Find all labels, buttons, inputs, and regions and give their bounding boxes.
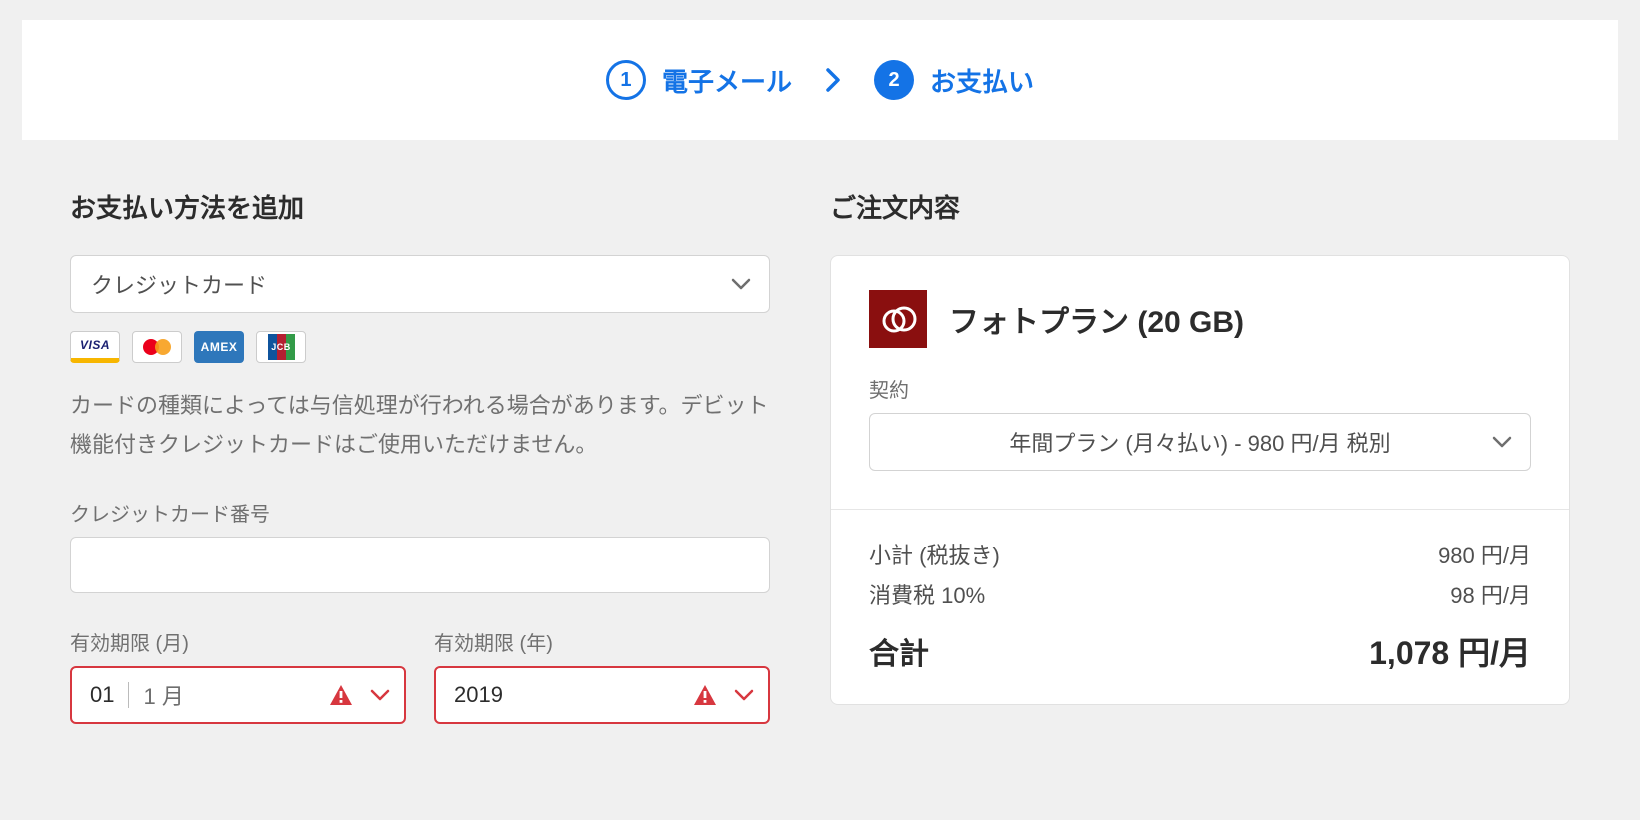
subtotal-label: 小計 (税抜き) bbox=[869, 538, 1000, 570]
subtotal-value: 980 円/月 bbox=[1438, 538, 1531, 570]
payment-form: お支払い方法を追加 クレジットカード VISA AMEX JCB カードの種類に… bbox=[70, 188, 770, 724]
warning-icon bbox=[692, 683, 718, 707]
card-brand-row: VISA AMEX JCB bbox=[70, 331, 770, 363]
subtotal-line: 小計 (税抜き) 980 円/月 bbox=[869, 538, 1531, 570]
visa-icon: VISA bbox=[70, 331, 120, 363]
exp-month-text: 1 月 bbox=[143, 679, 183, 711]
step-email-label: 電子メール bbox=[662, 62, 792, 99]
creative-cloud-icon bbox=[869, 290, 927, 348]
exp-month-select[interactable]: 01 1 月 bbox=[70, 666, 406, 724]
chevron-down-icon bbox=[370, 688, 390, 702]
exp-year-select[interactable]: 2019 bbox=[434, 666, 770, 724]
step-email-number: 1 bbox=[606, 60, 646, 100]
cc-number-label: クレジットカード番号 bbox=[70, 498, 770, 527]
chevron-down-icon bbox=[1492, 435, 1512, 449]
payment-method-value: クレジットカード bbox=[91, 268, 267, 300]
amex-icon: AMEX bbox=[194, 331, 244, 363]
step-separator-icon bbox=[824, 67, 842, 93]
order-card: フォトプラン (20 GB) 契約 年間プラン (月々払い) - 980 円/月… bbox=[830, 255, 1570, 705]
order-section-title: ご注文内容 bbox=[830, 188, 1570, 225]
mastercard-icon bbox=[132, 331, 182, 363]
step-email[interactable]: 1 電子メール bbox=[606, 60, 792, 100]
tax-label: 消費税 10% bbox=[869, 578, 985, 610]
warning-icon bbox=[328, 683, 354, 707]
total-line: 合計 1,078 円/月 bbox=[869, 628, 1531, 674]
step-payment-label: お支払い bbox=[930, 62, 1034, 99]
plan-select[interactable]: 年間プラン (月々払い) - 980 円/月 税別 bbox=[869, 413, 1531, 471]
plan-selected-value: 年間プラン (月々払い) - 980 円/月 税別 bbox=[1009, 426, 1390, 458]
payment-section-title: お支払い方法を追加 bbox=[70, 188, 770, 225]
step-payment-number: 2 bbox=[874, 60, 914, 100]
chevron-down-icon bbox=[734, 688, 754, 702]
product-name: フォトプラン (20 GB) bbox=[949, 297, 1244, 341]
checkout-stepper: 1 電子メール 2 お支払い bbox=[22, 20, 1618, 140]
tax-value: 98 円/月 bbox=[1450, 578, 1531, 610]
exp-year-value: 2019 bbox=[454, 682, 503, 708]
total-label: 合計 bbox=[869, 629, 929, 673]
order-summary: ご注文内容 フォトプラン (20 GB) 契約 年間プラン (月々払い) - 9… bbox=[830, 188, 1570, 724]
payment-method-select[interactable]: クレジットカード bbox=[70, 255, 770, 313]
tax-line: 消費税 10% 98 円/月 bbox=[869, 578, 1531, 610]
exp-month-code: 01 bbox=[90, 682, 129, 708]
chevron-down-icon bbox=[731, 277, 751, 291]
contract-label: 契約 bbox=[869, 374, 1531, 403]
divider bbox=[831, 509, 1569, 510]
exp-month-label: 有効期限 (月) bbox=[70, 627, 406, 656]
jcb-icon: JCB bbox=[256, 331, 306, 363]
cc-number-input[interactable] bbox=[70, 537, 770, 593]
exp-year-label: 有効期限 (年) bbox=[434, 627, 770, 656]
step-payment[interactable]: 2 お支払い bbox=[874, 60, 1034, 100]
payment-hint-text: カードの種類によっては与信処理が行われる場合があります。デビット機能付きクレジッ… bbox=[70, 387, 770, 464]
total-value: 1,078 円/月 bbox=[1369, 628, 1531, 674]
